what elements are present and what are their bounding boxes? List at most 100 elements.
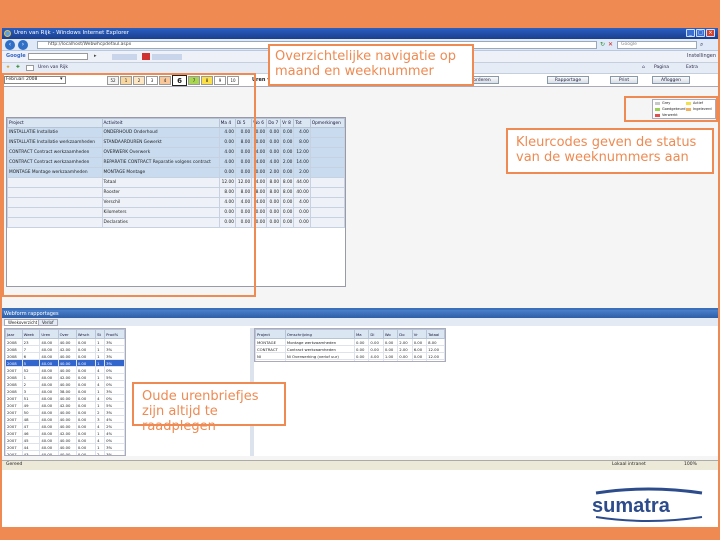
detail-row[interactable]: 4.000.004.000.008.0040.00 [255, 359, 445, 361]
hours-cell[interactable]: 0.00 [266, 127, 282, 138]
week-row[interactable]: 2008 2 40.00 40.00 0.00 4 0% [5, 380, 125, 388]
callout-colors: Kleurcodes geven de status van de weeknu… [506, 128, 714, 174]
week-cell: 40.00 [57, 352, 77, 360]
back-icon[interactable]: ‹ [5, 40, 15, 50]
reports-title: Webform rapportages [2, 310, 718, 318]
week-row[interactable]: 2007 43 40.00 40.00 0.00 2 3% [5, 450, 125, 455]
week-cell: 48 [21, 415, 41, 423]
week-cell: 0.00 [75, 366, 97, 374]
toolbar-button[interactable] [112, 54, 137, 60]
status-bar: Gereed Lokaal intranet 100% [2, 460, 718, 470]
column-header: Week [21, 329, 41, 339]
week-cell: 0.00 [75, 359, 97, 367]
toolbar-button[interactable] [152, 54, 182, 60]
week-row[interactable]: 2008 7 40.00 42.00 0.00 1 3% [5, 345, 125, 353]
week-cell: 40.00 [39, 401, 59, 409]
week-row[interactable]: 2008 3 40.00 38.00 0.00 1 3% [5, 387, 125, 395]
tab-weekoverzicht[interactable]: Weekoverzicht [4, 319, 42, 326]
week-cell: 2 [95, 408, 106, 416]
hours-cell[interactable]: 8.00 [293, 137, 311, 148]
week-cell: 40.00 [39, 450, 59, 455]
stop-icon[interactable]: ✕ [608, 41, 613, 48]
remarks-cell[interactable] [309, 137, 346, 148]
minimize-icon[interactable]: _ [686, 29, 695, 37]
hours-cell[interactable]: 2.00 [293, 167, 311, 178]
week-row[interactable]: 2007 47 40.00 40.00 0.00 4 2% [5, 422, 125, 430]
week-row[interactable]: 2008 6 40.00 40.00 0.00 1 3% [5, 352, 125, 360]
column-header: Vr [411, 329, 428, 339]
week-cell: 42.00 [57, 429, 77, 437]
search-icon[interactable]: ⌕ [700, 41, 703, 49]
week-cell: 52 [21, 366, 41, 374]
page-menu[interactable]: Pagina [654, 65, 669, 70]
favorites-tab[interactable]: Uren van Rijk [38, 65, 68, 70]
week-row[interactable]: 2007 46 40.00 42.00 0.00 1 4% [5, 429, 125, 437]
remarks-cell[interactable] [309, 127, 346, 138]
favorites-star-icon[interactable]: ★ [6, 65, 10, 70]
add-favorite-icon[interactable]: ✚ [16, 65, 20, 70]
search-input[interactable]: Google [617, 41, 697, 49]
remarks-cell[interactable] [309, 167, 346, 178]
week-row[interactable]: 2007 51 40.00 40.00 0.00 4 0% [5, 394, 125, 402]
hours-cell[interactable]: 0.00 [266, 137, 282, 148]
remarks-cell[interactable] [309, 157, 346, 168]
week-cell: 2008 [5, 373, 23, 381]
week-row[interactable]: 2008 23 40.00 40.00 0.00 1 3% [5, 338, 125, 346]
week-cell: 40.00 [57, 443, 77, 451]
detail-row[interactable]: MONTAGE Montage werkzaamheden 0.00 0.00 0.00… [255, 338, 445, 346]
week-cell: 46 [21, 429, 41, 437]
week-cell: 38.00 [57, 387, 77, 395]
hours-cell[interactable]: 12.00 [293, 147, 311, 158]
column-header: Tot [293, 118, 311, 128]
sumatra-logo: sumatra [588, 487, 708, 523]
week-cell: 40.00 [57, 366, 77, 374]
detail-cell: 8.00 [411, 359, 428, 361]
week-row[interactable]: 2007 45 40.00 40.00 0.00 4 0% [5, 436, 125, 444]
extra-menu[interactable]: Extra [686, 65, 698, 70]
week-row[interactable]: 2008 1 40.00 42.00 0.00 1 5% [5, 373, 125, 381]
detail-row[interactable]: CONTRACT Contract werkzaamheden 0.00 0.00 0.… [255, 345, 445, 353]
hours-cell[interactable]: 14.00 [293, 157, 311, 168]
week-row[interactable]: 2007 48 40.00 40.00 0.00 3 4% [5, 415, 125, 423]
column-header: Uren [39, 329, 59, 339]
week-cell: 1 [95, 387, 106, 395]
hours-cell[interactable]: 0.00 [266, 147, 282, 158]
hours-cell[interactable]: 0.00 [280, 137, 295, 148]
remarks-cell[interactable] [309, 147, 346, 158]
week-row[interactable]: 2007 52 40.00 40.00 0.00 4 0% [5, 366, 125, 374]
print-button[interactable]: Print [610, 76, 638, 84]
detail-cell: 0.00 [382, 338, 399, 346]
week-cell: 40.00 [57, 380, 77, 388]
week-row[interactable]: 2008 5 40.00 40.00 0.00 1 3% [5, 359, 125, 367]
home-icon[interactable]: ⌂ [642, 65, 645, 70]
week-cell: 1 [95, 429, 106, 437]
refresh-icon[interactable]: ↻ [600, 41, 605, 48]
week-cell: 2008 [5, 387, 23, 395]
hours-cell[interactable]: 4.00 [266, 157, 282, 168]
forward-icon[interactable]: › [18, 40, 28, 50]
detail-row[interactable]: NI Ni Overwerking (verlof uur) 0.00 4.00 1.0… [255, 352, 445, 360]
hours-cell[interactable]: 0.00 [280, 127, 295, 138]
week-cell: 45 [21, 436, 41, 444]
google-search-input[interactable] [28, 53, 88, 60]
hours-cell[interactable]: 0.00 [280, 167, 295, 178]
column-header: St [95, 329, 106, 339]
summary-cell: 0.00 [293, 217, 311, 228]
hours-cell[interactable]: 2.00 [266, 167, 282, 178]
week-row[interactable]: 2007 50 40.00 40.00 0.00 2 3% [5, 408, 125, 416]
hours-cell[interactable]: 4.00 [293, 127, 311, 138]
toolbar-flag-icon[interactable] [142, 53, 150, 60]
week-row[interactable]: 2007 49 40.00 42.00 0.00 1 5% [5, 401, 125, 409]
close-icon[interactable]: × [706, 29, 715, 37]
tab-verlof[interactable]: Verlof [38, 319, 58, 326]
week-row[interactable]: 2007 44 40.00 40.00 0.00 1 3% [5, 443, 125, 451]
afloggen-button[interactable]: Afloggen [652, 76, 690, 84]
zoom-level[interactable]: 100% [684, 462, 697, 467]
tools-menu[interactable]: Instellingen [687, 53, 716, 59]
hours-cell[interactable]: 2.00 [280, 157, 295, 168]
hours-cell[interactable]: 0.00 [280, 147, 295, 158]
rapportage-button[interactable]: Rapportage [547, 76, 589, 84]
toolbar-go-icon[interactable]: ▸ [94, 53, 97, 59]
week-cell: 2 [95, 450, 106, 455]
maximize-icon[interactable]: □ [696, 29, 705, 37]
